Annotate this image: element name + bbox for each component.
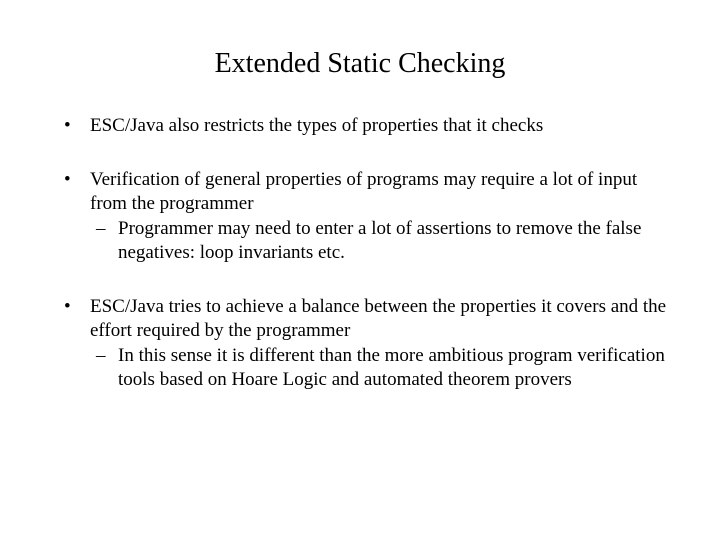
sub-list-item: In this sense it is different than the m… — [90, 344, 670, 392]
list-item: ESC/Java also restricts the types of pro… — [50, 114, 670, 138]
bullet-text: ESC/Java also restricts the types of pro… — [90, 115, 543, 136]
sub-list: In this sense it is different than the m… — [90, 344, 670, 392]
bullet-text: Verification of general properties of pr… — [90, 169, 637, 214]
sub-list: Programmer may need to enter a lot of as… — [90, 217, 670, 265]
sub-list-item: Programmer may need to enter a lot of as… — [90, 217, 670, 265]
sub-bullet-text: In this sense it is different than the m… — [118, 345, 665, 390]
slide: Extended Static Checking ESC/Java also r… — [0, 0, 720, 540]
slide-title: Extended Static Checking — [50, 48, 670, 80]
bullet-list: ESC/Java also restricts the types of pro… — [50, 114, 670, 392]
list-item: ESC/Java tries to achieve a balance betw… — [50, 295, 670, 392]
bullet-text: ESC/Java tries to achieve a balance betw… — [90, 296, 666, 341]
list-item: Verification of general properties of pr… — [50, 168, 670, 265]
sub-bullet-text: Programmer may need to enter a lot of as… — [118, 218, 641, 263]
